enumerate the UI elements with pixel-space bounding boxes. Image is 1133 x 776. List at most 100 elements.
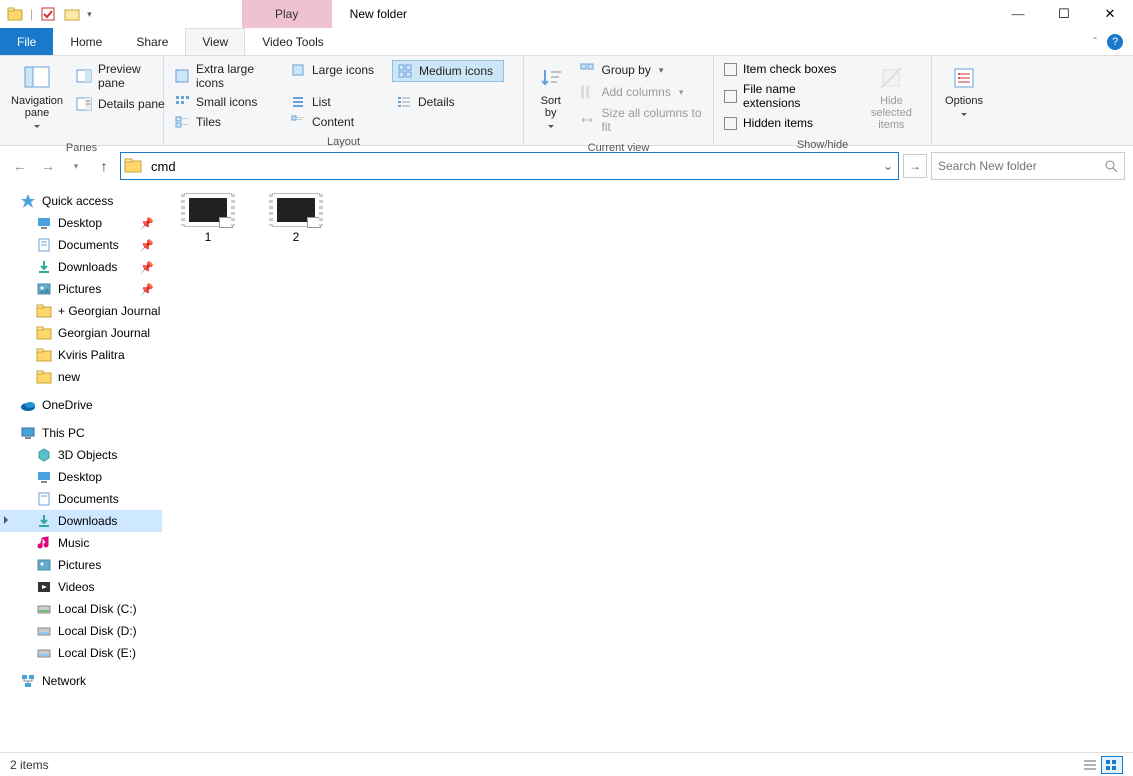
ribbon: Navigation pane Preview pane Details pan… <box>0 56 1133 146</box>
layout-content[interactable]: Content <box>286 112 392 132</box>
nav-network[interactable]: Network <box>0 670 162 692</box>
qat-dropdown-icon[interactable]: ▾ <box>87 9 92 20</box>
layout-list[interactable]: List <box>286 92 392 112</box>
nav-this-pc[interactable]: This PC <box>0 422 162 444</box>
file-item[interactable]: ︎2 <box>266 194 326 244</box>
quick-access-icon <box>20 193 36 209</box>
preview-pane-button[interactable]: Preview pane <box>72 60 172 92</box>
nav-item-kviris-palitra[interactable]: Kviris Palitra <box>0 344 162 366</box>
nav-item-downloads[interactable]: Downloads <box>0 510 162 532</box>
layout-small-icons[interactable]: Small icons <box>170 92 286 112</box>
contextual-tab-play[interactable]: Play <box>242 0 332 28</box>
layout-extra-large-icons[interactable]: Extra large icons <box>170 60 286 92</box>
nav-item-icon <box>36 259 52 275</box>
nav-item-icon <box>36 303 52 319</box>
search-box[interactable] <box>931 152 1125 180</box>
file-label: 1 <box>205 230 212 244</box>
go-button[interactable]: → <box>903 154 927 178</box>
checkbox-file-name-extensions[interactable]: File name extensions <box>720 80 854 112</box>
layout-large-icons[interactable]: Large icons <box>286 60 392 80</box>
nav-item-desktop[interactable]: Desktop📌 <box>0 212 162 234</box>
nav-item-documents[interactable]: Documents <box>0 488 162 510</box>
sort-by-button[interactable]: Sort by <box>530 60 571 138</box>
tab-file[interactable]: File <box>0 28 53 55</box>
tab-view[interactable]: View <box>185 28 245 55</box>
view-icons-button[interactable] <box>1101 756 1123 774</box>
address-bar[interactable]: ⌄ <box>120 152 899 180</box>
nav-item-icon <box>36 535 52 551</box>
close-button[interactable]: ✕ <box>1087 0 1133 28</box>
nav-item-georgian-journal[interactable]: Georgian Journal <box>0 322 162 344</box>
nav-item-label: Desktop <box>58 470 102 484</box>
nav-item-pictures[interactable]: Pictures📌 <box>0 278 162 300</box>
group-by-button[interactable]: Group by▾ <box>575 60 707 80</box>
nav-item-documents[interactable]: Documents📌 <box>0 234 162 256</box>
options-button[interactable]: Options <box>938 60 990 126</box>
nav-item-local-disk-e-[interactable]: Local Disk (E:) <box>0 642 162 664</box>
maximize-button[interactable]: ☐ <box>1041 0 1087 28</box>
address-bar-row: ← → ▾ ↑ ⌄ → <box>0 146 1133 186</box>
window-title: New folder <box>332 7 407 21</box>
pin-icon: 📌 <box>140 239 154 252</box>
search-input[interactable] <box>938 159 1104 173</box>
ribbon-group-show-hide: Item check boxes File name extensions Hi… <box>714 56 932 145</box>
nav-item-label: Local Disk (D:) <box>58 624 137 638</box>
tab-video-tools[interactable]: Video Tools <box>245 28 341 55</box>
checkbox-item-check-boxes[interactable]: Item check boxes <box>720 60 854 78</box>
properties-icon[interactable] <box>39 5 57 23</box>
nav-item-label: Videos <box>58 580 94 594</box>
nav-item-local-disk-c-[interactable]: Local Disk (C:) <box>0 598 162 620</box>
view-details-button[interactable] <box>1079 756 1101 774</box>
layout-details[interactable]: Details <box>392 92 504 112</box>
file-label: 2 <box>293 230 300 244</box>
nav-item-label: Kviris Palitra <box>58 348 125 362</box>
nav-item-icon <box>36 215 52 231</box>
nav-item-music[interactable]: Music <box>0 532 162 554</box>
recent-locations-button[interactable]: ▾ <box>64 154 88 178</box>
nav-item-icon <box>36 447 52 463</box>
nav-item-3d-objects[interactable]: 3D Objects <box>0 444 162 466</box>
up-button[interactable]: ↑ <box>92 154 116 178</box>
ribbon-group-options: Options <box>932 56 996 145</box>
nav-item-label: + Georgian Journal <box>58 304 160 318</box>
pin-icon: 📌 <box>140 261 154 274</box>
checkbox-hidden-items[interactable]: Hidden items <box>720 114 854 132</box>
nav-item-downloads[interactable]: Downloads 📌 <box>0 256 162 278</box>
ribbon-tabs: File Home Share View Video Tools ˆ ? <box>0 28 1133 56</box>
nav-item-new[interactable]: new <box>0 366 162 388</box>
file-list[interactable]: ︎1︎2 <box>162 186 1133 760</box>
nav-item-pictures[interactable]: Pictures <box>0 554 162 576</box>
collapse-ribbon-icon[interactable]: ˆ <box>1093 35 1097 49</box>
minimize-button[interactable]: — <box>995 0 1041 28</box>
address-input[interactable] <box>147 157 878 176</box>
navigation-pane-button[interactable]: Navigation pane <box>6 60 68 138</box>
nav-onedrive[interactable]: OneDrive <box>0 394 162 416</box>
back-button[interactable]: ← <box>8 154 32 178</box>
help-icon[interactable]: ? <box>1107 34 1123 50</box>
nav-item-icon <box>36 491 52 507</box>
nav-item-videos[interactable]: Videos <box>0 576 162 598</box>
nav-item-label: 3D Objects <box>58 448 117 462</box>
nav-item-icon <box>36 601 52 617</box>
address-dropdown-icon[interactable]: ⌄ <box>878 159 898 173</box>
nav-item-label: new <box>58 370 80 384</box>
nav-item-icon <box>36 513 52 529</box>
layout-medium-icons[interactable]: Medium icons <box>392 60 504 82</box>
details-pane-button[interactable]: Details pane <box>72 94 172 114</box>
layout-tiles[interactable]: Tiles <box>170 112 286 132</box>
file-item[interactable]: ︎1 <box>178 194 238 244</box>
add-columns-button: Add columns▾ <box>575 82 707 102</box>
pin-icon: 📌 <box>140 217 154 230</box>
nav-item-desktop[interactable]: Desktop <box>0 466 162 488</box>
nav-quick-access[interactable]: Quick access <box>0 190 162 212</box>
nav-item-icon <box>36 369 52 385</box>
status-bar: 2 items <box>0 752 1133 776</box>
tab-home[interactable]: Home <box>53 28 119 55</box>
tab-share[interactable]: Share <box>119 28 185 55</box>
nav-item--georgian-journal[interactable]: + Georgian Journal <box>0 300 162 322</box>
video-thumbnail-icon: ︎ <box>185 194 231 226</box>
new-folder-icon[interactable] <box>63 5 81 23</box>
nav-item-label: Downloads <box>58 260 117 274</box>
nav-item-label: Documents <box>58 492 119 506</box>
nav-item-local-disk-d-[interactable]: Local Disk (D:) <box>0 620 162 642</box>
